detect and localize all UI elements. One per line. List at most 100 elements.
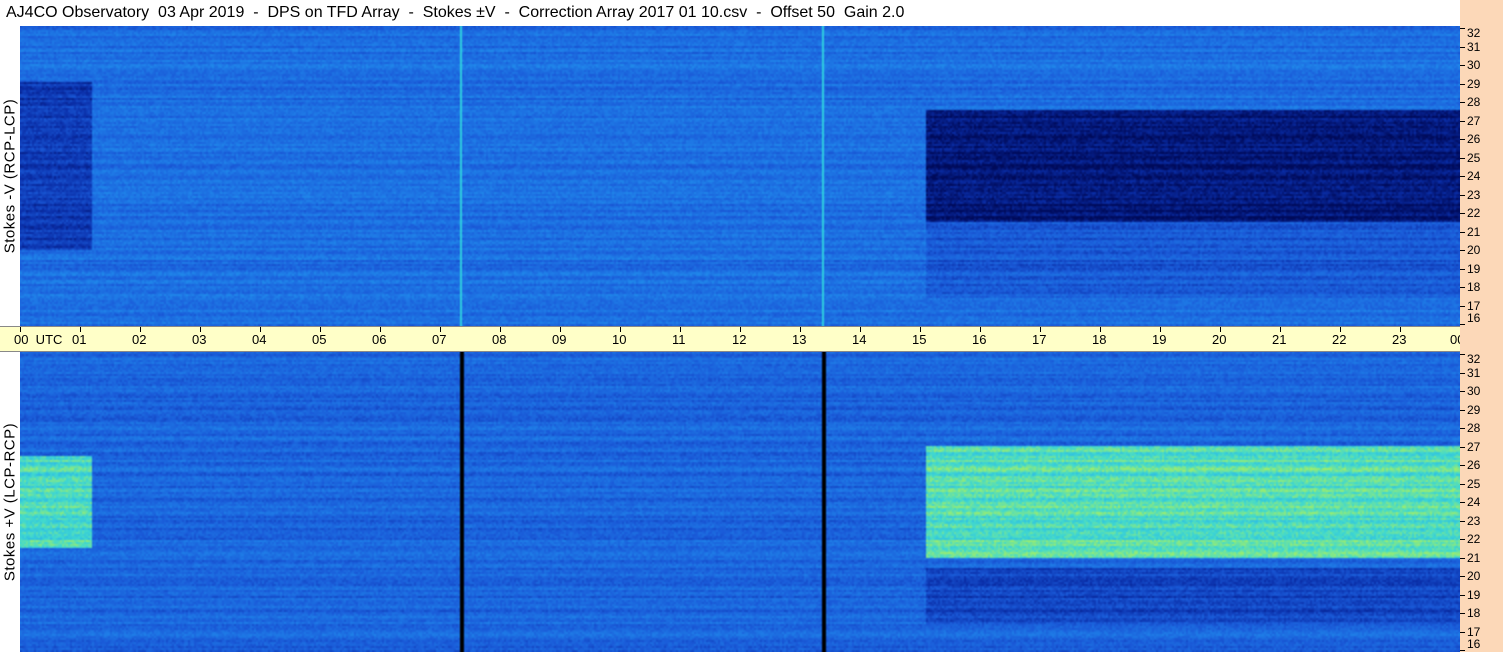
frequency-tick-label: 23 <box>1467 188 1481 202</box>
frequency-tick <box>1460 176 1465 177</box>
stokes-plus-v-spectrogram <box>20 352 1460 652</box>
time-tick-label: 17 <box>1032 332 1047 347</box>
time-tick-label: 04 <box>252 332 267 347</box>
frequency-tick <box>1460 650 1465 651</box>
time-tick-label: 13 <box>792 332 807 347</box>
frequency-tick-label: 16 <box>1467 637 1481 651</box>
frequency-tick-label: 23 <box>1467 514 1481 528</box>
frequency-tick <box>1460 391 1465 392</box>
frequency-tick <box>1460 502 1465 503</box>
time-tick-label: 05 <box>312 332 327 347</box>
frequency-tick-label: 21 <box>1467 551 1481 565</box>
frequency-tick <box>1460 306 1465 307</box>
time-tick-label: 02 <box>132 332 147 347</box>
bottom-panel-label: Stokes +V (LCP-RCP) <box>0 352 20 652</box>
frequency-tick <box>1460 428 1465 429</box>
stokes-minus-v-spectrogram <box>20 26 1460 326</box>
frequency-tick <box>1460 28 1465 29</box>
frequency-tick-label: 26 <box>1467 458 1481 472</box>
frequency-axis-divider <box>1460 326 1503 352</box>
frequency-tick-label: 32 <box>1467 352 1481 366</box>
frequency-tick-label: 21 <box>1467 225 1481 239</box>
time-tick-label: 10 <box>612 332 627 347</box>
time-tick-label: 00 UTC <box>14 332 63 347</box>
time-tick-label: 09 <box>552 332 567 347</box>
time-tick-label: 18 <box>1092 332 1107 347</box>
frequency-tick <box>1460 354 1465 355</box>
utc-time-axis: 00 UTC 01 02 03 04 05 06 07 08 09 10 11 12 13 14 15 16 17… <box>0 326 1494 352</box>
frequency-tick-label: 29 <box>1467 77 1481 91</box>
frequency-tick <box>1460 213 1465 214</box>
time-tick-label: 12 <box>732 332 747 347</box>
frequency-tick-label: 19 <box>1467 588 1481 602</box>
frequency-tick <box>1460 84 1465 85</box>
time-tick-label: 03 <box>192 332 207 347</box>
frequency-tick-label: 16 <box>1467 311 1481 325</box>
frequency-tick-label: 31 <box>1467 40 1481 54</box>
top-frequency-axis: 32 31 30 29 28 27 26 25 24 23 22 21 20 19 18 17 16 <box>1460 26 1503 326</box>
time-tick-label: 01 <box>72 332 87 347</box>
time-tick-label: 07 <box>432 332 447 347</box>
time-tick-label: 16 <box>972 332 987 347</box>
time-tick-label: 15 <box>912 332 927 347</box>
frequency-tick <box>1460 447 1465 448</box>
frequency-tick-label: 20 <box>1467 569 1481 583</box>
time-tick-label: 23 <box>1392 332 1407 347</box>
frequency-tick-label: 22 <box>1467 206 1481 220</box>
frequency-tick <box>1460 613 1465 614</box>
frequency-tick <box>1460 232 1465 233</box>
frequency-tick <box>1460 287 1465 288</box>
frequency-tick-label: 26 <box>1467 132 1481 146</box>
frequency-tick-label: 25 <box>1467 477 1481 491</box>
time-tick-label: 08 <box>492 332 507 347</box>
time-tick-label: 22 <box>1332 332 1347 347</box>
frequency-tick <box>1460 558 1465 559</box>
frequency-tick-label: 27 <box>1467 440 1481 454</box>
frequency-tick <box>1460 521 1465 522</box>
frequency-tick <box>1460 65 1465 66</box>
frequency-tick <box>1460 121 1465 122</box>
frequency-tick <box>1460 484 1465 485</box>
bottom-panel-label-text: Stokes +V (LCP-RCP) <box>1 422 19 582</box>
frequency-tick <box>1460 576 1465 577</box>
chart-title: AJ4CO Observatory 03 Apr 2019 - DPS on T… <box>0 0 1466 26</box>
time-tick-label: 21 <box>1272 332 1287 347</box>
frequency-tick <box>1460 158 1465 159</box>
frequency-tick <box>1460 102 1465 103</box>
frequency-tick-label: 28 <box>1467 95 1481 109</box>
frequency-tick <box>1460 250 1465 251</box>
frequency-tick-label: 24 <box>1467 495 1481 509</box>
frequency-tick <box>1460 465 1465 466</box>
frequency-tick <box>1460 324 1465 325</box>
frequency-tick-label: 28 <box>1467 421 1481 435</box>
frequency-tick <box>1460 410 1465 411</box>
frequency-tick <box>1460 373 1465 374</box>
frequency-tick-label: 31 <box>1467 366 1481 380</box>
time-tick-label: 20 <box>1212 332 1227 347</box>
frequency-tick-label: 24 <box>1467 169 1481 183</box>
frequency-tick <box>1460 595 1465 596</box>
top-panel-label: Stokes -V (RCP-LCP) <box>0 26 20 326</box>
frequency-tick <box>1460 269 1465 270</box>
bottom-frequency-axis: 32 31 30 29 28 27 26 25 24 23 22 21 20 19 18 17 16 <box>1460 352 1503 652</box>
time-tick-label: 11 <box>672 332 686 347</box>
frequency-tick <box>1460 195 1465 196</box>
time-tick-label: 06 <box>372 332 387 347</box>
frequency-tick-label: 32 <box>1467 26 1481 40</box>
top-panel-label-text: Stokes -V (RCP-LCP) <box>1 98 19 254</box>
frequency-tick-label: 22 <box>1467 532 1481 546</box>
frequency-tick <box>1460 139 1465 140</box>
frequency-tick <box>1460 539 1465 540</box>
frequency-tick-label: 29 <box>1467 403 1481 417</box>
time-tick-label: 14 <box>852 332 867 347</box>
frequency-tick-label: 30 <box>1467 384 1481 398</box>
frequency-tick-label: 18 <box>1467 606 1481 620</box>
frequency-tick <box>1460 632 1465 633</box>
time-tick-label: 19 <box>1152 332 1167 347</box>
frequency-tick-label: 30 <box>1467 58 1481 72</box>
frequency-tick <box>1460 47 1465 48</box>
frequency-tick-label: 19 <box>1467 262 1481 276</box>
frequency-tick-label: 25 <box>1467 151 1481 165</box>
frequency-tick-label: 20 <box>1467 243 1481 257</box>
frequency-tick-label: 27 <box>1467 114 1481 128</box>
